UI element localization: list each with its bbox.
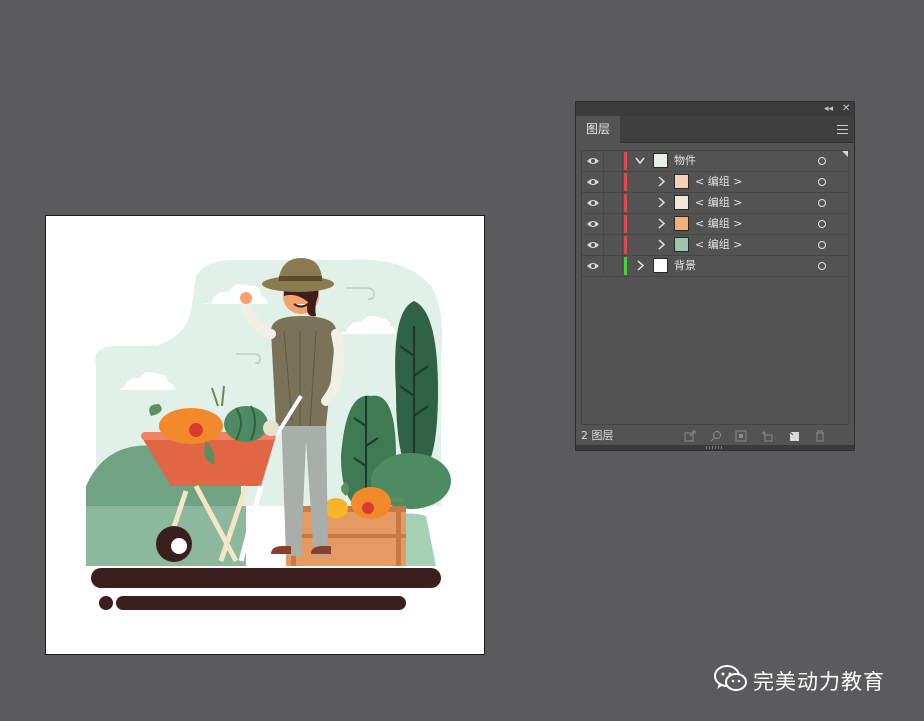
- layer-row-group-3[interactable]: < 编组 >: [582, 214, 848, 235]
- layer-color-bar: [624, 173, 627, 191]
- target-circle-icon[interactable]: [818, 199, 826, 207]
- chevron-down-icon[interactable]: [634, 154, 646, 167]
- layer-color-bar: [624, 215, 627, 233]
- illustration-farmer-wheelbarrow: [86, 258, 451, 610]
- chevron-right-icon[interactable]: [655, 175, 667, 188]
- eye-icon[interactable]: [586, 239, 600, 251]
- target-circle-icon[interactable]: [818, 220, 826, 228]
- layer-row-objects[interactable]: 物件: [582, 151, 848, 172]
- panel-resize-grip[interactable]: [576, 445, 854, 450]
- tab-layers[interactable]: 图层: [576, 116, 620, 143]
- chevron-right-icon[interactable]: [655, 196, 667, 209]
- layer-name[interactable]: 物件: [674, 151, 696, 171]
- layer-thumbnail: [653, 258, 668, 273]
- chevron-right-icon[interactable]: [634, 259, 646, 272]
- eye-icon[interactable]: [586, 197, 600, 209]
- watermark-text: 完美动力教育: [753, 670, 885, 694]
- chevron-right-icon[interactable]: [655, 217, 667, 230]
- layer-thumbnail: [653, 153, 668, 168]
- layer-name[interactable]: < 编组 >: [695, 172, 742, 192]
- artboard[interactable]: [45, 215, 485, 655]
- new-sublayer-icon[interactable]: [761, 430, 773, 442]
- clipping-mask-icon[interactable]: [735, 430, 747, 442]
- eye-icon[interactable]: [586, 260, 600, 272]
- wechat-icon: [714, 665, 747, 691]
- layer-name[interactable]: < 编组 >: [695, 193, 742, 213]
- hamburger-menu-icon[interactable]: [837, 122, 848, 134]
- eye-icon[interactable]: [586, 176, 600, 188]
- panel-footer: 2 图层: [576, 426, 854, 446]
- layers-panel: ◂◂ ✕ 图层 物件 < 编组 > < 编组 > < 编组 > < 编组 > 背…: [575, 101, 855, 451]
- layer-count: 2 图层: [581, 429, 614, 442]
- tab-bar: 图层: [576, 116, 854, 143]
- layer-color-bar: [624, 152, 627, 170]
- target-circle-icon[interactable]: [818, 262, 826, 270]
- close-icon[interactable]: ✕: [842, 102, 850, 116]
- layer-name[interactable]: 背景: [674, 256, 696, 276]
- layer-thumbnail: [674, 237, 689, 252]
- export-icon[interactable]: [684, 430, 696, 442]
- layer-row-group-1[interactable]: < 编组 >: [582, 172, 848, 193]
- trash-icon[interactable]: [814, 430, 826, 442]
- layers-list: 物件 < 编组 > < 编组 > < 编组 > < 编组 > 背景: [581, 150, 849, 425]
- double-chevron-left-icon[interactable]: ◂◂: [824, 102, 833, 116]
- eye-icon[interactable]: [586, 218, 600, 230]
- layer-color-bar: [624, 257, 627, 275]
- layer-name[interactable]: < 编组 >: [695, 235, 742, 255]
- layer-thumbnail: [674, 195, 689, 210]
- layer-color-bar: [624, 194, 627, 212]
- layer-row-background[interactable]: 背景: [582, 256, 848, 277]
- eye-icon[interactable]: [586, 155, 600, 167]
- layer-row-group-2[interactable]: < 编组 >: [582, 193, 848, 214]
- panel-title-bar[interactable]: ◂◂ ✕: [576, 102, 854, 116]
- layer-thumbnail: [674, 174, 689, 189]
- target-circle-icon[interactable]: [818, 178, 826, 186]
- layer-row-group-4[interactable]: < 编组 >: [582, 235, 848, 256]
- search-icon[interactable]: [710, 430, 722, 442]
- target-circle-icon[interactable]: [818, 157, 826, 165]
- selection-corner-icon: [842, 151, 848, 157]
- layer-thumbnail: [674, 216, 689, 231]
- new-layer-icon[interactable]: [788, 430, 800, 442]
- target-circle-icon[interactable]: [818, 241, 826, 249]
- layer-color-bar: [624, 236, 627, 254]
- layer-name[interactable]: < 编组 >: [695, 214, 742, 234]
- chevron-right-icon[interactable]: [655, 238, 667, 251]
